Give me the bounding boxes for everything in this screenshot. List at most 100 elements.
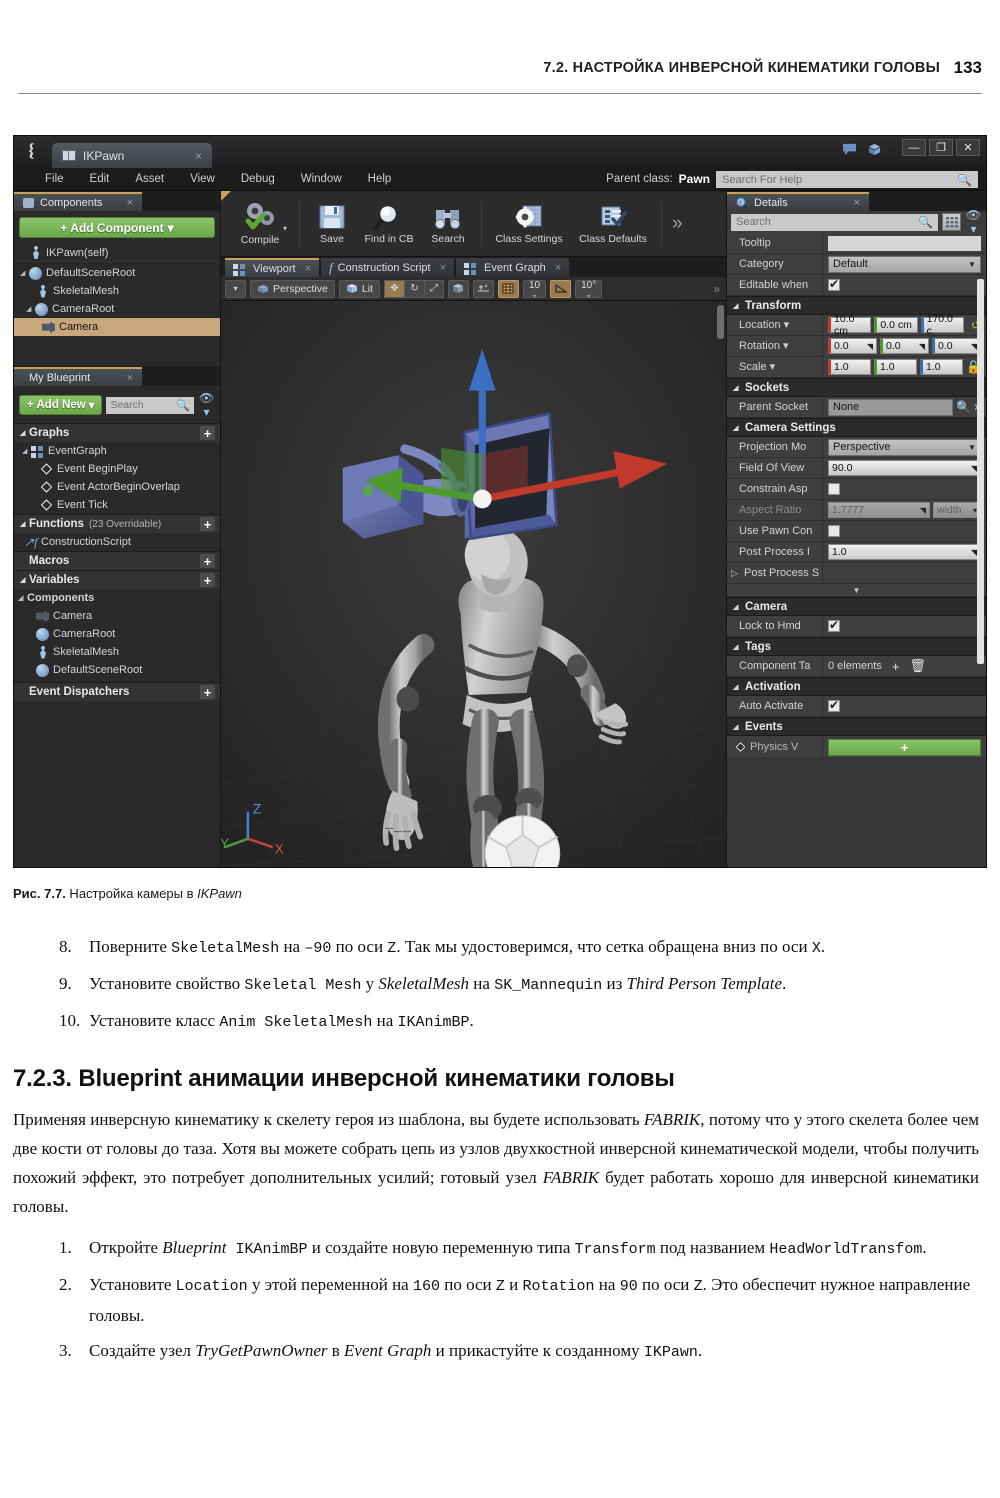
- category-header-camera-settings[interactable]: ◢ Camera Settings: [727, 418, 986, 437]
- expand-arrow-icon[interactable]: ◢: [20, 576, 28, 584]
- rotate-tool-icon[interactable]: ↻: [403, 279, 424, 298]
- add-component-button[interactable]: + Add Component ▾: [19, 217, 215, 238]
- use-pawn-control-rotation-checkbox[interactable]: [828, 525, 840, 537]
- tree-row-cameraroot[interactable]: ◢ CameraRoot: [14, 300, 220, 318]
- marketplace-cube-icon[interactable]: [867, 143, 882, 156]
- section-event-dispatchers[interactable]: Event Dispatchers +: [14, 682, 220, 701]
- add-new-button[interactable]: + Add New ▾: [19, 395, 103, 415]
- document-tab-ikpawn[interactable]: IKPawn ×: [52, 143, 212, 168]
- tab-details[interactable]: i Details ×: [727, 192, 869, 211]
- expand-arrow-icon[interactable]: ◢: [20, 429, 28, 437]
- tab-components-close-icon[interactable]: ×: [127, 197, 133, 209]
- window-maximize-button[interactable]: ❐: [929, 139, 953, 156]
- tab-viewport-close-icon[interactable]: ×: [305, 263, 311, 275]
- expand-arrow-icon[interactable]: ◢: [18, 594, 26, 602]
- tab-my-blueprint-close-icon[interactable]: ×: [127, 372, 133, 384]
- category-header-sockets[interactable]: ◢ Sockets: [727, 378, 986, 397]
- viewport-toolbar-overflow-icon[interactable]: »: [713, 282, 720, 296]
- tab-components[interactable]: Components ×: [14, 192, 142, 211]
- class-settings-button[interactable]: Class Settings: [487, 202, 571, 245]
- location-z-input[interactable]: 170.0 c: [920, 313, 964, 337]
- tab-construction-script[interactable]: f Construction Script ×: [321, 258, 455, 277]
- details-view-options-eye-icon[interactable]: 👁▾: [965, 208, 982, 236]
- viewport-options-menu-button[interactable]: ▾: [225, 279, 246, 298]
- help-search-input[interactable]: Search For Help 🔍: [716, 171, 978, 188]
- window-minimize-button[interactable]: —: [902, 139, 926, 156]
- feedback-bubble-icon[interactable]: [842, 143, 857, 156]
- add-event-dispatcher-button[interactable]: +: [200, 685, 215, 699]
- 3d-viewport[interactable]: Z Y X: [221, 301, 726, 867]
- add-function-button[interactable]: +: [200, 517, 215, 531]
- menu-item-window[interactable]: Window: [288, 168, 355, 191]
- variable-item-defaultsceneroot[interactable]: DefaultSceneRoot: [14, 661, 220, 679]
- scale-y-input[interactable]: 1.0: [874, 359, 918, 375]
- tab-my-blueprint[interactable]: My Blueprint ×: [14, 367, 142, 386]
- compile-dropdown-caret-icon[interactable]: ▾: [283, 224, 287, 233]
- shading-mode-lit-button[interactable]: Lit: [338, 279, 380, 298]
- details-search-input[interactable]: Search 🔍: [731, 213, 938, 231]
- viewport-scrollbar[interactable]: [717, 305, 724, 339]
- category-header-tags[interactable]: ◢ Tags: [727, 637, 986, 656]
- grid-size-button[interactable]: 10 ▾: [522, 279, 547, 300]
- menu-item-view[interactable]: View: [177, 168, 228, 191]
- drag-handle-icon[interactable]: ◥: [867, 342, 873, 351]
- category-header-events[interactable]: ◢ Events: [727, 717, 986, 736]
- expand-arrow-icon[interactable]: ◢: [22, 447, 30, 455]
- list-item-event-actorbeginoverlap[interactable]: Event ActorBeginOverlap: [14, 478, 220, 496]
- grid-snap-button[interactable]: [497, 279, 519, 298]
- add-tag-button[interactable]: +: [892, 659, 900, 674]
- chevron-down-icon[interactable]: ▾: [783, 340, 789, 352]
- list-item-eventgraph[interactable]: ◢ EventGraph: [14, 442, 220, 460]
- rotation-y-input[interactable]: 0.0 ◥: [880, 338, 929, 354]
- save-button[interactable]: Save: [306, 202, 358, 245]
- rotation-z-input[interactable]: 0.0 ◥: [932, 338, 981, 354]
- details-scrollbar[interactable]: [977, 279, 984, 664]
- menu-item-help[interactable]: Help: [355, 168, 405, 191]
- details-scroll-region[interactable]: Tooltip Category Default ▼ Editable when: [727, 233, 986, 867]
- constrain-aspect-ratio-checkbox[interactable]: [828, 483, 840, 495]
- menu-item-edit[interactable]: Edit: [77, 168, 123, 191]
- find-in-cb-button[interactable]: Find in CB: [358, 202, 420, 245]
- list-item-event-tick[interactable]: Event Tick: [14, 496, 220, 514]
- scale-tool-icon[interactable]: ⤢: [423, 279, 444, 298]
- add-physics-volume-event-button[interactable]: +: [828, 738, 981, 756]
- add-macro-button[interactable]: +: [200, 554, 215, 568]
- angle-snap-button[interactable]: [550, 279, 572, 298]
- surface-snap-button[interactable]: [472, 279, 494, 298]
- details-collapse-handle[interactable]: ▼: [727, 584, 986, 597]
- menu-item-file[interactable]: File: [32, 168, 77, 191]
- tab-event-graph-close-icon[interactable]: ×: [555, 262, 561, 274]
- variable-item-camera[interactable]: Camera: [14, 607, 220, 625]
- list-item-constructionscript[interactable]: ↗f ConstructionScript: [14, 533, 220, 551]
- expand-arrow-icon[interactable]: ◢: [20, 520, 28, 528]
- category-dropdown[interactable]: Default ▼: [828, 255, 981, 273]
- details-column-view-button[interactable]: [942, 213, 961, 231]
- toolbar-overflow-button[interactable]: »: [672, 213, 683, 235]
- tree-row-skeletalmesh[interactable]: SkeletalMesh: [14, 282, 220, 300]
- variable-item-cameraroot[interactable]: CameraRoot: [14, 625, 220, 643]
- menu-item-asset[interactable]: Asset: [122, 168, 177, 191]
- expand-arrow-icon[interactable]: ◢: [26, 305, 34, 313]
- list-item-event-beginplay[interactable]: Event BeginPlay: [14, 460, 220, 478]
- parent-socket-browse-icon[interactable]: 🔍: [956, 400, 971, 414]
- rotation-x-input[interactable]: 0.0 ◥: [828, 338, 877, 354]
- section-variables[interactable]: ◢ Variables +: [14, 570, 220, 589]
- menu-item-debug[interactable]: Debug: [228, 168, 288, 191]
- post-process-blend-weight-input[interactable]: 1.0 ◥: [828, 544, 981, 560]
- angle-value-button[interactable]: 10° ▾: [575, 279, 603, 300]
- tooltip-input[interactable]: [828, 235, 981, 251]
- view-options-eye-icon[interactable]: 👁▾: [198, 391, 215, 419]
- tree-row-camera[interactable]: Camera: [14, 318, 220, 336]
- document-tab-close-icon[interactable]: ×: [195, 149, 202, 163]
- add-variable-button[interactable]: +: [200, 573, 215, 587]
- delete-tags-icon[interactable]: 🗑: [909, 658, 926, 674]
- tree-row-defaultsceneroot[interactable]: ◢ DefaultSceneRoot: [14, 264, 220, 282]
- view-mode-perspective-button[interactable]: Perspective: [250, 279, 335, 298]
- editable-when-checkbox[interactable]: [828, 277, 840, 291]
- compile-button[interactable]: Compile: [229, 201, 291, 246]
- search-button[interactable]: Search: [420, 202, 476, 245]
- parent-class-value[interactable]: Pawn: [679, 168, 710, 191]
- chevron-down-icon[interactable]: ▾: [784, 319, 790, 331]
- section-functions[interactable]: ◢ Functions (23 Overridable) +: [14, 514, 220, 533]
- expand-arrow-icon[interactable]: ◢: [20, 269, 28, 277]
